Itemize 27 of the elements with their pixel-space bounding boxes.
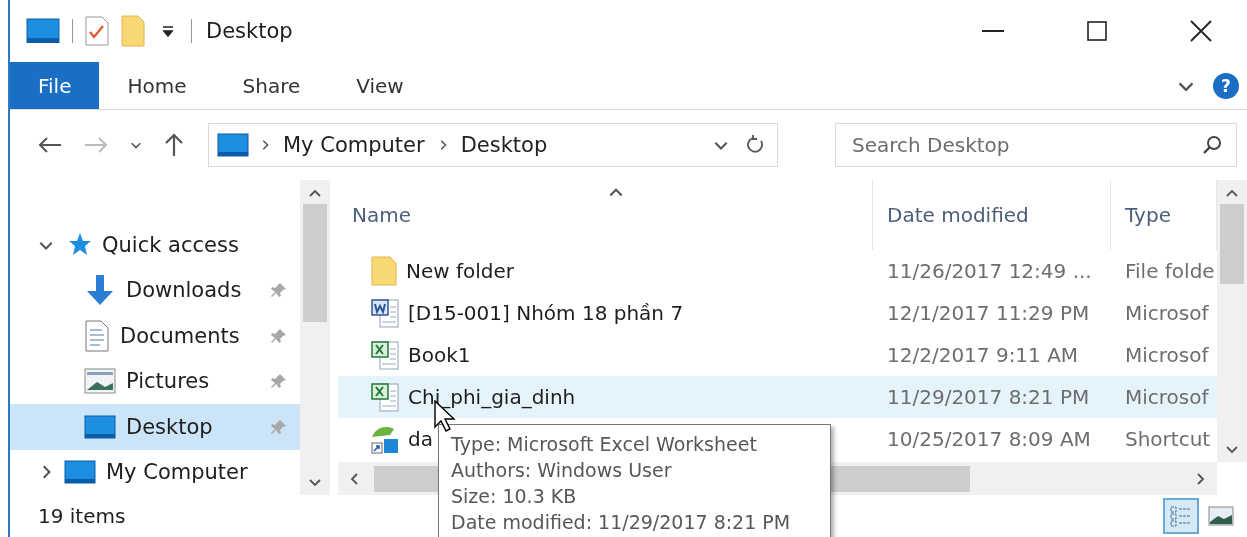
file-name: Book1 bbox=[408, 343, 471, 367]
tooltip-line: Type: Microsoft Excel Worksheet bbox=[451, 432, 758, 457]
nav-label: Quick access bbox=[102, 232, 240, 257]
nav-label: Pictures bbox=[126, 369, 211, 394]
nav-label: Desktop bbox=[126, 414, 214, 439]
nav-label: My Computer bbox=[106, 460, 249, 485]
tooltip-line: Size: 10.3 KB bbox=[451, 484, 578, 509]
type-cell-text: Shortcut bbox=[1124, 427, 1212, 451]
type-cell-text: Microsof bbox=[1124, 301, 1210, 325]
window-title: Desktop bbox=[206, 19, 293, 43]
file-name: [D15-001] Nhóm 18 phần 7 bbox=[408, 301, 684, 325]
file-name: Chi_phi_gia_dinh bbox=[408, 385, 576, 409]
item-count: 19 items bbox=[38, 504, 126, 528]
date-cell-text: 12/2/2017 9:11 AM bbox=[886, 343, 1080, 367]
date-cell-text: 12/1/2017 11:29 PM bbox=[886, 301, 1091, 325]
type-cell-text: Microsof bbox=[1124, 343, 1210, 367]
type-cell-text: File folde bbox=[1124, 259, 1216, 283]
file-name: New folder bbox=[406, 259, 515, 283]
date-cell-text: 11/26/2017 12:49 ... bbox=[886, 259, 1093, 283]
date-cell-text: 10/25/2017 8:09 AM bbox=[886, 427, 1092, 451]
date-cell-text: 11/29/2017 8:21 PM bbox=[886, 385, 1091, 409]
file-name: da bbox=[408, 427, 433, 451]
tooltip-line: Date modified: 11/29/2017 8:21 PM bbox=[451, 510, 792, 535]
nav-label: Documents bbox=[120, 323, 241, 348]
tooltip-line: Authors: Windows User bbox=[451, 458, 673, 483]
type-cell-text: Microsof bbox=[1124, 385, 1210, 409]
nav-label: Downloads bbox=[126, 278, 243, 303]
